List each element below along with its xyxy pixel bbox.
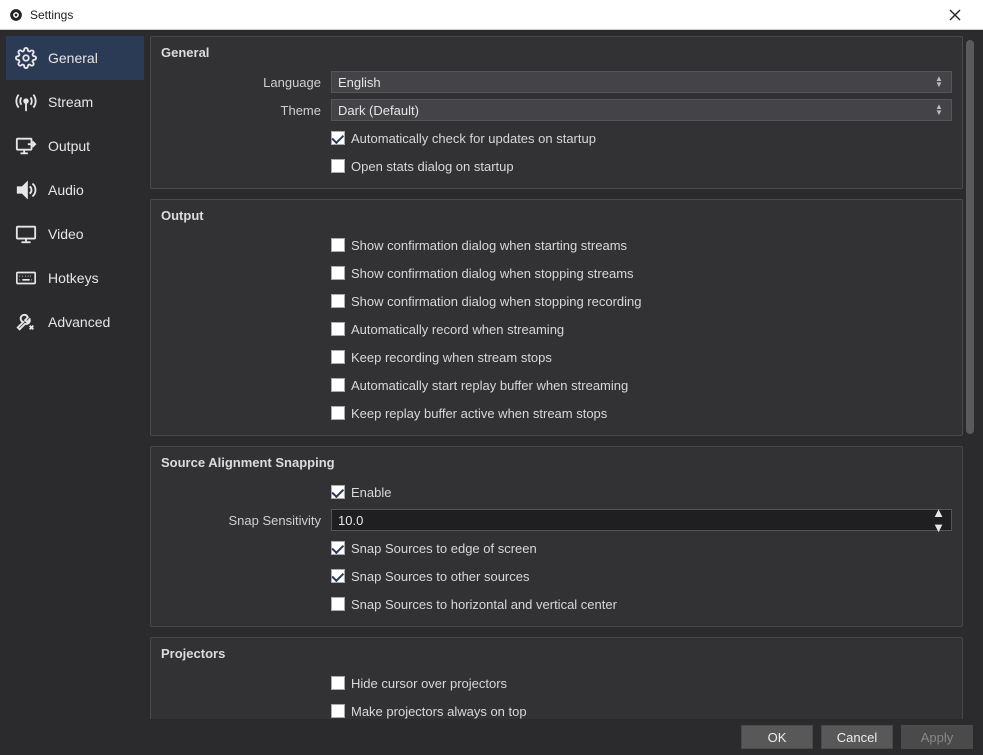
close-button[interactable] (935, 1, 975, 29)
sidebar-item-label: Output (48, 138, 90, 154)
scrollbar[interactable] (965, 38, 975, 717)
hide-cursor-checkbox[interactable] (331, 676, 345, 690)
auto-update-checkbox[interactable] (331, 131, 345, 145)
sidebar-item-label: Audio (48, 182, 84, 198)
app-icon (8, 7, 24, 23)
keep-recording-checkbox[interactable] (331, 350, 345, 364)
snap-sensitivity-label: Snap Sensitivity (161, 513, 331, 528)
snap-center-label: Snap Sources to horizontal and vertical … (351, 597, 617, 612)
updown-icon: ▲▼ (933, 104, 945, 116)
gear-icon (14, 46, 38, 70)
sidebar-item-label: Hotkeys (48, 270, 99, 286)
sidebar-item-output[interactable]: Output (6, 124, 144, 168)
confirm-start-streams-label: Show confirmation dialog when starting s… (351, 238, 627, 253)
snap-edge-checkbox[interactable] (331, 541, 345, 555)
theme-select[interactable]: Dark (Default) ▲▼ (331, 99, 952, 121)
scrollbar-thumb[interactable] (966, 40, 974, 434)
projectors-ontop-label: Make projectors always on top (351, 704, 527, 719)
cancel-button[interactable]: Cancel (821, 725, 893, 749)
sidebar-item-label: General (48, 50, 98, 66)
sidebar-item-hotkeys[interactable]: Hotkeys (6, 256, 144, 300)
sidebar-item-general[interactable]: General (6, 36, 144, 80)
snap-edge-label: Snap Sources to edge of screen (351, 541, 537, 556)
auto-replay-buffer-checkbox[interactable] (331, 378, 345, 392)
auto-replay-buffer-label: Automatically start replay buffer when s… (351, 378, 628, 393)
confirm-start-streams-checkbox[interactable] (331, 238, 345, 252)
group-general: General Language English ▲▼ Theme Dark (150, 36, 963, 189)
window-title: Settings (30, 8, 73, 22)
auto-record-checkbox[interactable] (331, 322, 345, 336)
ok-button[interactable]: OK (741, 725, 813, 749)
keep-replay-buffer-checkbox[interactable] (331, 406, 345, 420)
snap-sensitivity-value: 10.0 (338, 513, 363, 528)
updown-icon: ▲▼ (933, 76, 945, 88)
group-projectors: Projectors Hide cursor over projectors M… (150, 637, 963, 719)
group-snapping: Source Alignment Snapping Enable Snap Se… (150, 446, 963, 627)
confirm-stop-streams-label: Show confirmation dialog when stopping s… (351, 266, 634, 281)
speaker-icon (14, 178, 38, 202)
sidebar-item-stream[interactable]: Stream (6, 80, 144, 124)
monitor-icon (14, 222, 38, 246)
keep-replay-buffer-label: Keep replay buffer active when stream st… (351, 406, 607, 421)
language-label: Language (161, 75, 331, 90)
keep-recording-label: Keep recording when stream stops (351, 350, 552, 365)
apply-button[interactable]: Apply (901, 725, 973, 749)
sidebar: General Stream Output Audio Video (0, 30, 148, 719)
snapping-enable-checkbox[interactable] (331, 485, 345, 499)
sidebar-item-video[interactable]: Video (6, 212, 144, 256)
confirm-stop-recording-label: Show confirmation dialog when stopping r… (351, 294, 642, 309)
snap-center-checkbox[interactable] (331, 597, 345, 611)
tools-icon (14, 310, 38, 334)
open-stats-checkbox[interactable] (331, 159, 345, 173)
group-title: General (161, 45, 952, 66)
group-output: Output Show confirmation dialog when sta… (150, 199, 963, 436)
broadcast-icon (14, 90, 38, 114)
open-stats-label: Open stats dialog on startup (351, 159, 514, 174)
output-icon (14, 134, 38, 158)
confirm-stop-streams-checkbox[interactable] (331, 266, 345, 280)
sidebar-item-audio[interactable]: Audio (6, 168, 144, 212)
keyboard-icon (14, 266, 38, 290)
snap-other-label: Snap Sources to other sources (351, 569, 530, 584)
group-title: Output (161, 208, 952, 229)
sidebar-item-label: Advanced (48, 314, 110, 330)
snap-other-checkbox[interactable] (331, 569, 345, 583)
updown-icon: ▲▼ (932, 505, 945, 535)
theme-value: Dark (Default) (338, 103, 419, 118)
sidebar-item-advanced[interactable]: Advanced (6, 300, 144, 344)
snap-sensitivity-input[interactable]: 10.0 ▲▼ (331, 509, 952, 531)
projectors-ontop-checkbox[interactable] (331, 704, 345, 718)
theme-label: Theme (161, 103, 331, 118)
language-value: English (338, 75, 381, 90)
group-title: Projectors (161, 646, 952, 667)
titlebar: Settings (0, 0, 983, 30)
sidebar-item-label: Stream (48, 94, 93, 110)
confirm-stop-recording-checkbox[interactable] (331, 294, 345, 308)
auto-update-label: Automatically check for updates on start… (351, 131, 596, 146)
hide-cursor-label: Hide cursor over projectors (351, 676, 507, 691)
language-select[interactable]: English ▲▼ (331, 71, 952, 93)
settings-content: General Language English ▲▼ Theme Dark (148, 36, 965, 719)
group-title: Source Alignment Snapping (161, 455, 952, 476)
footer: OK Cancel Apply (0, 719, 983, 755)
auto-record-label: Automatically record when streaming (351, 322, 564, 337)
sidebar-item-label: Video (48, 226, 84, 242)
snapping-enable-label: Enable (351, 485, 391, 500)
